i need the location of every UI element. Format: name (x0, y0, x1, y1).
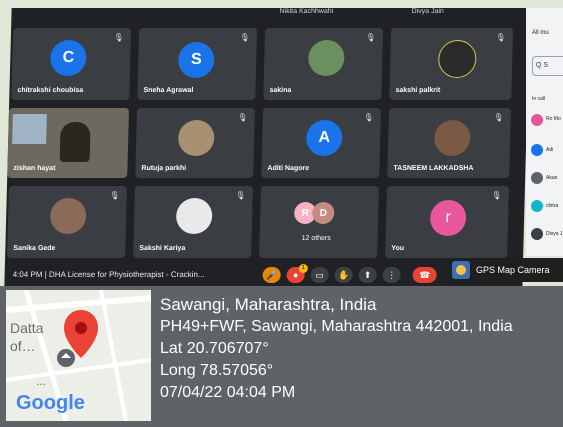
longitude: Long 78.57056° (160, 362, 274, 379)
mic-off-icon: 🎙 (239, 33, 250, 42)
person-label: Divya J (546, 231, 563, 237)
others-tile[interactable]: R D 12 others (259, 186, 379, 258)
datetime: 07/04/22 04:04 PM (160, 384, 296, 401)
avatar: C (49, 40, 87, 76)
mic-off-icon: 🎙 (495, 33, 506, 42)
self-tile[interactable]: r 🎙 You (385, 186, 509, 258)
participant-tile[interactable]: 🎙 sakina (263, 28, 384, 100)
top-participant-name: Divya Jain (411, 8, 444, 15)
avatar: A (305, 120, 343, 156)
participant-tile[interactable]: A 🎙 Aditi Nagore (261, 108, 382, 178)
mic-off-icon: 🎙 (235, 191, 246, 200)
person-label: Ro Mo (546, 116, 561, 122)
participant-name: sakshi palkrit (395, 87, 441, 94)
in-call-label: In call (532, 96, 546, 102)
meet-grid: Nikita Kachhwahi Divya Jain C 🎙 chitraks… (4, 8, 530, 286)
map-thumbnail: Datta of… ... Google (6, 290, 151, 421)
participant-tile[interactable]: 🎙 Sanika Gede (7, 186, 127, 258)
meeting-time-title: 4:04 PM | DHA License for Physiotherapis… (12, 270, 205, 279)
person-label: Akan (546, 175, 558, 181)
participant-photo (175, 198, 213, 234)
notification-badge: 1 (298, 264, 308, 273)
top-participant-name: Nikita Kachhwahi (279, 8, 334, 15)
participant-name: Sakshi Kariya (139, 245, 186, 252)
search-people-input[interactable]: Q S (532, 56, 563, 76)
map-label: Datta (10, 320, 44, 336)
meeting-title: DHA License for Physiotherapist - Cracki… (48, 270, 205, 279)
avatar (531, 228, 543, 240)
leave-call-button[interactable]: ☎ (412, 267, 437, 283)
participant-name: TASNEEM LAKKADSHA (393, 165, 474, 172)
present-button[interactable]: ⬆ (358, 267, 377, 283)
people-panel: All mu Q S In call Ro Mo Adi Akan chitra… (526, 8, 563, 256)
all-label: All mu (532, 30, 549, 36)
participant-tile[interactable]: C 🎙 chitrakshi choubisa (11, 28, 132, 100)
meeting-time: 4:04 PM (12, 270, 43, 279)
mic-off-icon: 🎙 (365, 33, 376, 42)
participant-tile[interactable]: S 🎙 Sneha Agrawal (137, 28, 258, 100)
gps-camera-logo-icon (452, 261, 470, 279)
mic-button[interactable]: 🎤 (262, 267, 281, 283)
avatar (531, 114, 543, 126)
participant-photo (307, 40, 345, 76)
participant-video-tile[interactable]: zishan hayat (7, 108, 130, 178)
participant-photo (49, 198, 87, 234)
person-label: chitra (546, 203, 559, 209)
gps-badge-label: GPS Map Camera (476, 265, 550, 275)
mic-off-icon: 🎙 (493, 113, 504, 122)
participant-tile[interactable]: 🎙 sakshi palkrit (389, 28, 514, 100)
mic-off-icon: 🎙 (237, 113, 248, 122)
participant-photo (177, 120, 215, 156)
participant-name: Aditi Nagore (267, 165, 310, 172)
captions-button[interactable]: ▭ (310, 267, 329, 283)
others-count: 12 others (301, 235, 331, 242)
raise-hand-button[interactable]: ✋ (334, 267, 353, 283)
person-label: Adi (546, 147, 554, 153)
gps-map-camera-badge: GPS Map Camera (448, 258, 563, 282)
meet-toolbar: 4:04 PM | DHA License for Physiotherapis… (4, 264, 523, 286)
place-name: Sawangi, Maharashtra, India (160, 295, 377, 314)
location-text: Sawangi, Maharashtra, India PH49+FWF, Sa… (160, 294, 513, 404)
avatar: D (311, 202, 335, 224)
participant-name: zishan hayat (13, 165, 56, 172)
mic-off-icon: 🎙 (363, 113, 374, 122)
avatar: r (429, 200, 467, 236)
participant-name: Sanika Gede (13, 245, 56, 252)
google-logo: Google (16, 392, 85, 414)
map-label: of… (10, 338, 36, 354)
avatar: S (177, 42, 215, 78)
participant-tile[interactable]: 🎙 TASNEEM LAKKADSHA (387, 108, 512, 178)
participant-name: chitrakshi choubisa (17, 87, 84, 94)
participant-video (59, 122, 91, 162)
participant-name: sakina (269, 87, 292, 94)
location-info-panel: Datta of… ... Google Sawangi, Maharashtr… (0, 286, 563, 427)
participant-tile[interactable]: 🎙 Rutuja parkhi (135, 108, 256, 178)
mic-off-icon: 🎙 (491, 191, 502, 200)
mic-off-icon: 🎙 (109, 191, 120, 200)
participant-tile[interactable]: 🎙 Sakshi Kariya (133, 186, 253, 258)
avatar (531, 172, 543, 184)
background-shelf (12, 114, 47, 144)
address: PH49+FWF, Sawangi, Maharashtra 442001, I… (160, 318, 513, 335)
participant-photo (433, 120, 471, 156)
participant-photo (437, 40, 477, 78)
map-label: ... (36, 374, 47, 388)
avatar (531, 144, 543, 156)
participant-name: You (391, 245, 405, 252)
participant-name: Sneha Agrawal (143, 87, 194, 94)
latitude: Lat 20.706707° (160, 340, 269, 357)
avatar (531, 200, 543, 212)
participant-name: Rutuja parkhi (141, 165, 187, 172)
mic-off-icon: 🎙 (113, 33, 124, 42)
more-options-button[interactable]: ⋮ (382, 267, 401, 283)
